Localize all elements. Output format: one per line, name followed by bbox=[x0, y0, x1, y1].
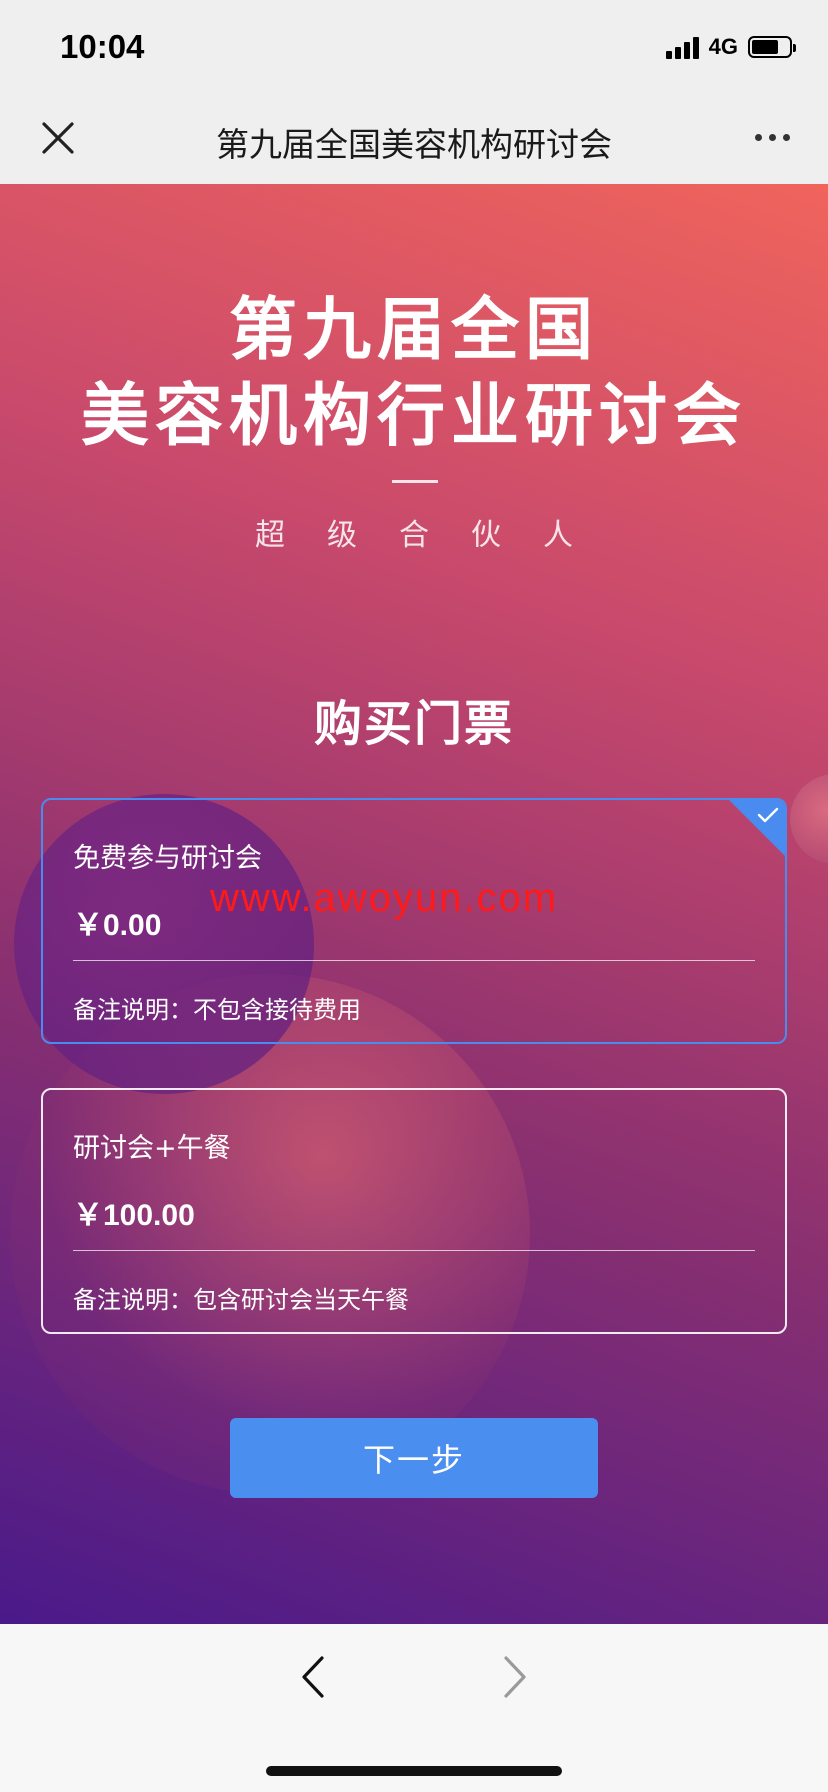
nav-bar: 第九届全国美容机构研讨会 bbox=[0, 96, 828, 184]
status-time: 10:04 bbox=[60, 28, 145, 65]
ticket-note: 备注说明：不包含接待费用 bbox=[73, 996, 361, 1024]
ticket-option-free[interactable]: 免费参与研讨会 ￥0.00 备注说明：不包含接待费用 bbox=[41, 798, 787, 1044]
signal-icon bbox=[665, 35, 699, 59]
forward-arrow-icon[interactable] bbox=[500, 1654, 530, 1700]
ticket-name: 免费参与研讨会 bbox=[73, 843, 262, 874]
network-label: 4G bbox=[708, 34, 738, 59]
bottom-toolbar bbox=[0, 1624, 828, 1792]
back-arrow-icon[interactable] bbox=[298, 1654, 328, 1700]
check-icon bbox=[757, 807, 779, 823]
more-icon[interactable] bbox=[755, 134, 790, 141]
ticket-price: ￥100.00 bbox=[73, 1199, 195, 1232]
hero-title-line2: 美容机构行业研讨会 bbox=[80, 377, 747, 456]
home-indicator bbox=[266, 1766, 562, 1776]
hero-title-line1: 第九届全国 bbox=[228, 291, 599, 370]
decor-circle-small bbox=[790, 774, 828, 864]
next-button[interactable]: 下一步 bbox=[230, 1418, 598, 1498]
status-indicators: 4G bbox=[665, 34, 796, 60]
ticket-option-lunch[interactable]: 研讨会+午餐 ￥100.00 备注说明：包含研讨会当天午餐 bbox=[41, 1088, 787, 1334]
section-title: 购买门票 bbox=[313, 696, 514, 752]
ticket-name: 研讨会+午餐 bbox=[73, 1133, 231, 1164]
ticket-divider bbox=[73, 960, 755, 961]
close-icon[interactable] bbox=[38, 118, 78, 158]
page-title: 第九届全国美容机构研讨会 bbox=[216, 125, 612, 164]
ticket-divider bbox=[73, 1250, 755, 1251]
battery-icon bbox=[748, 36, 796, 58]
event-content: 第九届全国 美容机构行业研讨会 超级合伙人 购买门票 免费参与研讨会 ￥0.00… bbox=[0, 184, 828, 1624]
ticket-note: 备注说明：包含研讨会当天午餐 bbox=[73, 1286, 409, 1314]
watermark: www.awoyun.com bbox=[210, 876, 559, 920]
ticket-price: ￥0.00 bbox=[73, 909, 162, 942]
hero-subtitle: 超级合伙人 bbox=[255, 518, 615, 553]
hero-divider bbox=[392, 480, 438, 483]
status-bar: 10:04 4G bbox=[0, 0, 828, 96]
